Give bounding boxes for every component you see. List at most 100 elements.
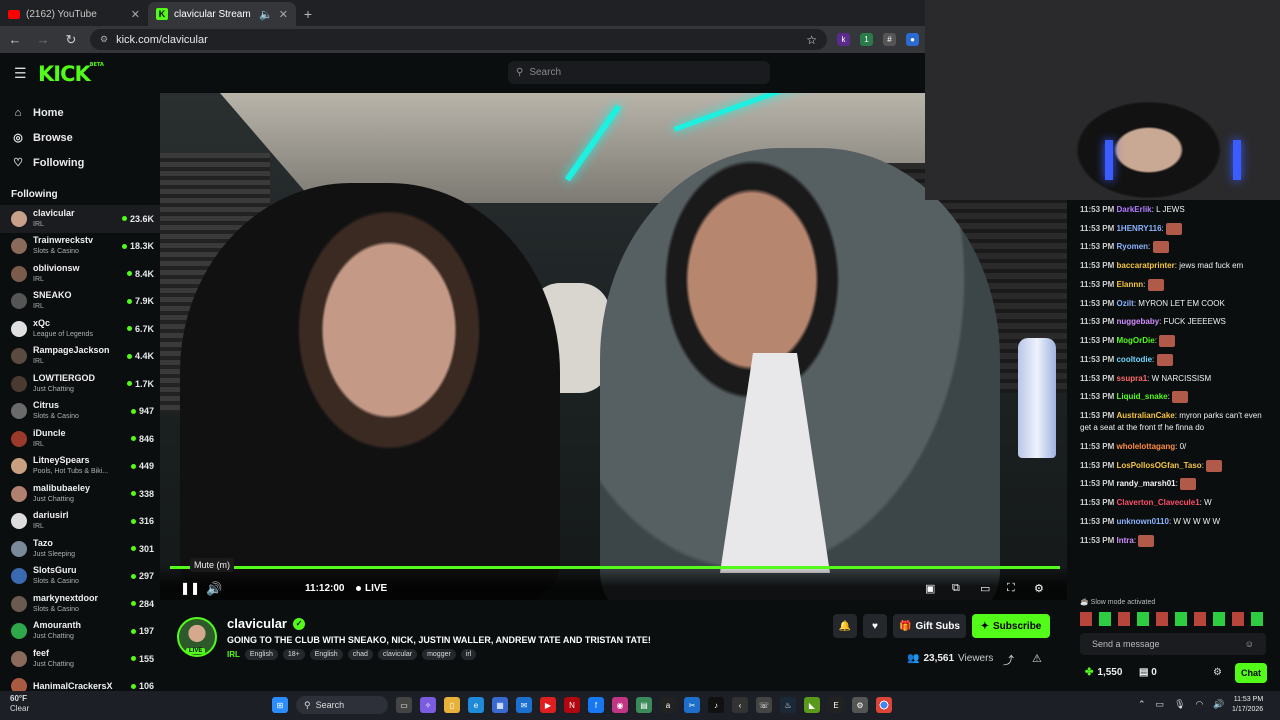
- chat-username[interactable]: LosPollosOGfan_Taso: [1116, 461, 1201, 470]
- chat-username[interactable]: ssupra1: [1116, 374, 1147, 383]
- pause-icon[interactable]: ❚❚: [180, 581, 200, 595]
- extension-counter-icon[interactable]: 1: [860, 33, 873, 46]
- tiktok-icon[interactable]: ♪: [708, 697, 724, 713]
- calendar-icon[interactable]: ▤: [636, 697, 652, 713]
- kick-logo[interactable]: KICKBETA: [38, 62, 104, 86]
- back-icon[interactable]: ←: [6, 32, 24, 47]
- address-bar[interactable]: ⚙ kick.com/clavicular ☆: [90, 29, 827, 50]
- streamer-name[interactable]: clavicular ✓: [227, 616, 305, 631]
- extension-shield-icon[interactable]: ●: [906, 33, 919, 46]
- channel-points[interactable]: ✤ 1,550: [1085, 667, 1122, 678]
- channel-item[interactable]: malibubaeley Just Chatting 338: [0, 480, 160, 508]
- store-counter[interactable]: ▤ 0: [1139, 667, 1157, 678]
- netflix-icon[interactable]: N: [564, 697, 580, 713]
- stream-category[interactable]: IRL: [227, 650, 240, 659]
- channel-item[interactable]: SNEAKO IRL 7.9K: [0, 288, 160, 316]
- notification-bell-button[interactable]: 🔔: [833, 614, 857, 638]
- file-explorer-icon[interactable]: ▯: [444, 697, 460, 713]
- steam-icon[interactable]: ♨: [780, 697, 796, 713]
- stream-tag[interactable]: mogger: [422, 649, 456, 660]
- tab-kick[interactable]: K clavicular Stream - Watch L 🔈 ✕: [148, 2, 296, 26]
- extension-puzzle-icon[interactable]: #: [883, 33, 896, 46]
- tab-youtube[interactable]: (2162) YouTube ✕: [0, 2, 148, 26]
- volume-tray-icon[interactable]: 🔊: [1213, 699, 1224, 710]
- miniplayer-icon[interactable]: ▣: [925, 582, 935, 595]
- channel-item[interactable]: Trainwreckstv Slots & Casino 18.3K: [0, 233, 160, 261]
- close-tab-icon[interactable]: ✕: [279, 8, 288, 21]
- mail-icon[interactable]: ✉: [516, 697, 532, 713]
- chat-username[interactable]: Ryomen: [1116, 243, 1148, 252]
- epic-games-icon[interactable]: E: [828, 697, 844, 713]
- stream-tag[interactable]: English: [244, 649, 278, 660]
- stream-tag[interactable]: chad: [347, 649, 373, 660]
- clip-icon[interactable]: ⧉: [952, 582, 960, 595]
- chat-username[interactable]: Elannn: [1116, 280, 1143, 289]
- settings-gear-icon[interactable]: ⚙: [1034, 582, 1044, 595]
- stream-tag[interactable]: clavicular: [377, 649, 418, 660]
- speaker-icon[interactable]: 🔈: [259, 8, 273, 21]
- emote-quick-bar[interactable]: [1080, 612, 1265, 626]
- channel-item[interactable]: feef Just Chatting 155: [0, 645, 160, 673]
- wifi-icon[interactable]: ◠: [1196, 699, 1204, 710]
- settings-app-icon[interactable]: ⚙: [852, 697, 868, 713]
- snip-icon[interactable]: ✂: [684, 697, 700, 713]
- chat-send-button[interactable]: Chat: [1235, 663, 1267, 683]
- extension-k-icon[interactable]: k: [837, 33, 850, 46]
- taskbar-search[interactable]: ⚲ Search: [296, 696, 388, 714]
- channel-item[interactable]: dariusirl IRL 316: [0, 508, 160, 536]
- chat-username[interactable]: randy_marsh01: [1116, 480, 1175, 489]
- share-icon[interactable]: ⤴: [1003, 652, 1014, 668]
- chat-username[interactable]: nuggebaby: [1116, 317, 1159, 326]
- phone-icon[interactable]: ☏: [756, 697, 772, 713]
- reload-icon[interactable]: ↻: [62, 32, 80, 48]
- microphone-icon[interactable]: 🎙: [1174, 699, 1185, 710]
- edge-icon[interactable]: e: [468, 697, 484, 713]
- nav-following[interactable]: ♡ Following: [0, 150, 160, 175]
- chrome-icon[interactable]: [876, 697, 892, 713]
- instagram-icon[interactable]: ◉: [612, 697, 628, 713]
- chat-username[interactable]: Liquid_snake: [1116, 393, 1167, 402]
- channel-item[interactable]: xQc League of Legends 6.7K: [0, 315, 160, 343]
- arrow-app-icon[interactable]: ‹: [732, 697, 748, 713]
- network-icon[interactable]: ▭: [1156, 699, 1165, 710]
- site-info-icon[interactable]: ⚙: [100, 34, 108, 45]
- gift-subs-button[interactable]: 🎁 Gift Subs: [893, 614, 966, 638]
- search-input[interactable]: ⚲ Search: [508, 61, 770, 84]
- channel-item[interactable]: Citrus Slots & Casino 947: [0, 398, 160, 426]
- weather-widget[interactable]: 60°F Clear: [10, 694, 29, 714]
- menu-icon[interactable]: ☰: [14, 66, 27, 80]
- channel-item[interactable]: RampageJackson IRL 4.4K: [0, 343, 160, 371]
- chat-username[interactable]: AustralianCake: [1116, 411, 1174, 420]
- channel-item[interactable]: LitneySpears Pools, Hot Tubs & Biki... 449: [0, 453, 160, 481]
- fullscreen-icon[interactable]: ⛶: [1007, 582, 1015, 595]
- tray-overflow-icon[interactable]: ⌃: [1138, 699, 1146, 710]
- copilot-icon[interactable]: ✧: [420, 697, 436, 713]
- chat-username[interactable]: unknown0110: [1116, 517, 1168, 526]
- channel-item[interactable]: Amouranth Just Chatting 197: [0, 618, 160, 646]
- youtube-app-icon[interactable]: ▶: [540, 697, 556, 713]
- stream-tag[interactable]: irl: [460, 649, 477, 660]
- chat-username[interactable]: Claverton_Clavecule1: [1116, 498, 1199, 507]
- chat-input[interactable]: Send a message ☺: [1080, 633, 1266, 655]
- chat-username[interactable]: MogOrDie: [1116, 336, 1154, 345]
- subscribe-button[interactable]: ✦ Subscribe: [972, 614, 1050, 638]
- channel-item[interactable]: SlotsGuru Slots & Casino 297: [0, 563, 160, 591]
- stream-tag[interactable]: English: [309, 649, 343, 660]
- stream-tag[interactable]: 18+: [282, 649, 305, 660]
- follow-heart-button[interactable]: ♥: [863, 614, 887, 638]
- amazon-icon[interactable]: a: [660, 697, 676, 713]
- chat-username[interactable]: 1HENRY116: [1116, 224, 1161, 233]
- task-view-icon[interactable]: ▭: [396, 697, 412, 713]
- channel-item[interactable]: LOWTIERGOD Just Chatting 1.7K: [0, 370, 160, 398]
- emoji-icon[interactable]: ☺: [1245, 639, 1254, 649]
- chat-username[interactable]: wholelottagang: [1116, 442, 1175, 451]
- report-icon[interactable]: ⚠: [1032, 652, 1042, 665]
- chat-settings-icon[interactable]: ⚙: [1213, 667, 1222, 678]
- close-tab-icon[interactable]: ✕: [131, 8, 140, 21]
- facebook-icon[interactable]: f: [588, 697, 604, 713]
- new-tab-button[interactable]: +: [296, 2, 320, 26]
- channel-item[interactable]: oblivionsw IRL 8.4K: [0, 260, 160, 288]
- channel-item[interactable]: clavicular IRL 23.6K: [0, 205, 160, 233]
- bookmark-star-icon[interactable]: ☆: [806, 33, 817, 47]
- taskbar-clock[interactable]: 11:53 PM 1/17/2026: [1232, 695, 1263, 715]
